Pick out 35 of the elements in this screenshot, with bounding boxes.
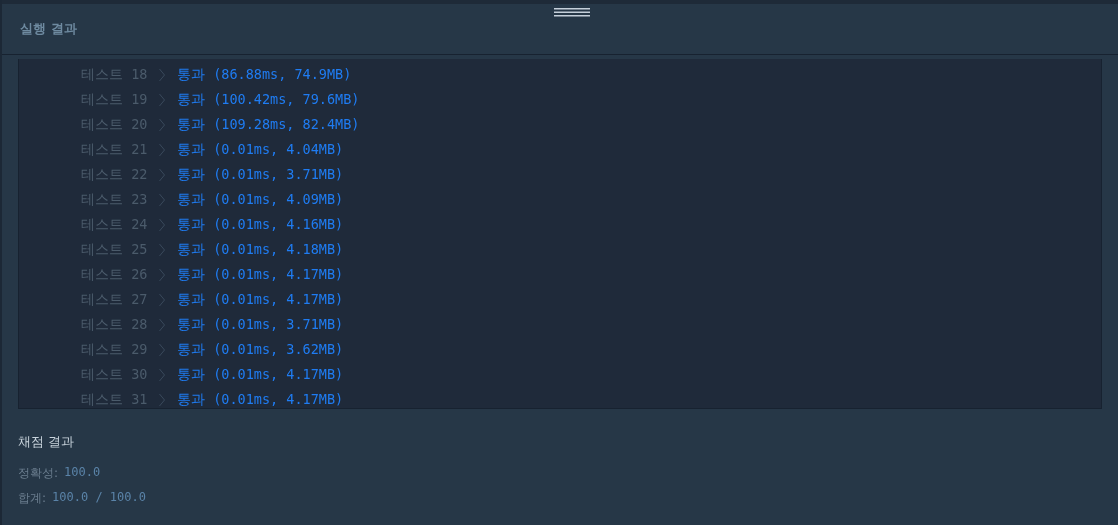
chevron-icon xyxy=(159,317,165,332)
chevron-icon xyxy=(159,167,165,182)
test-result: 통과 (109.28ms, 82.4MB) xyxy=(177,115,360,134)
chevron-icon xyxy=(159,217,165,232)
test-result: 통과 (0.01ms, 4.17MB) xyxy=(177,390,344,409)
test-result: 통과 (0.01ms, 3.71MB) xyxy=(177,165,344,184)
test-result: 통과 (0.01ms, 4.17MB) xyxy=(177,265,344,284)
drag-handle-icon[interactable] xyxy=(554,8,590,17)
chevron-icon xyxy=(159,367,165,382)
test-result: 통과 (0.01ms, 4.18MB) xyxy=(177,240,344,259)
chevron-icon xyxy=(159,192,165,207)
panel-title: 실행 결과 xyxy=(20,20,77,38)
chevron-icon xyxy=(159,342,165,357)
score-value: 100.0 xyxy=(64,465,101,481)
test-result: 통과 (0.01ms, 3.62MB) xyxy=(177,340,344,359)
chevron-icon xyxy=(159,92,165,107)
chevron-icon xyxy=(159,242,165,257)
chevron-icon xyxy=(159,267,165,282)
test-result: 통과 (86.88ms, 74.9MB) xyxy=(177,65,352,84)
score-label: 합계: xyxy=(18,490,47,507)
test-result: 통과 (0.01ms, 4.09MB) xyxy=(177,190,344,209)
grading-title: 채점 결과 xyxy=(18,433,76,451)
test-result: 통과 (0.01ms, 4.04MB) xyxy=(177,140,344,159)
chevron-icon xyxy=(159,292,165,307)
score-label: 정확성: xyxy=(18,465,59,482)
score-value: 100.0 / 100.0 xyxy=(52,490,146,506)
test-result: 통과 (0.01ms, 4.17MB) xyxy=(177,365,344,384)
chevron-icon xyxy=(159,142,165,157)
chevron-icon xyxy=(159,392,165,407)
test-result: 통과 (0.01ms, 4.16MB) xyxy=(177,215,344,234)
test-result: 통과 (0.01ms, 4.17MB) xyxy=(177,290,344,309)
chevron-icon xyxy=(159,67,165,82)
test-result: 통과 (100.42ms, 79.6MB) xyxy=(177,90,360,109)
chevron-icon xyxy=(159,117,165,132)
test-result: 통과 (0.01ms, 3.71MB) xyxy=(177,315,344,334)
